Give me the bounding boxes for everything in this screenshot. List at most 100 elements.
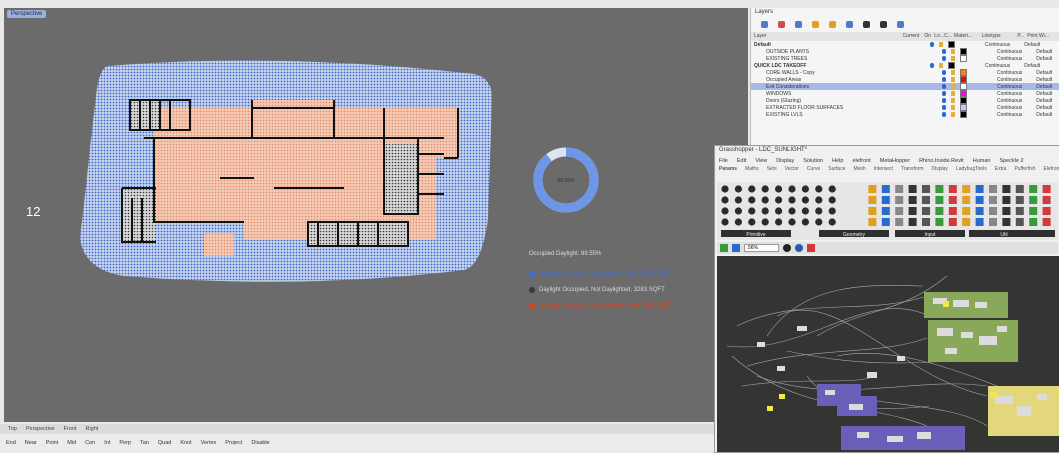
lock-icon[interactable] bbox=[939, 63, 943, 68]
layer-linetype[interactable]: Continuous bbox=[997, 84, 1022, 90]
layer-color-swatch[interactable] bbox=[960, 104, 967, 111]
layers-column-header[interactable]: Lo... bbox=[934, 33, 944, 40]
lock-icon[interactable] bbox=[951, 70, 955, 75]
layer-color-swatch[interactable] bbox=[948, 62, 955, 69]
layer-color-swatch[interactable] bbox=[960, 69, 967, 76]
gh-menu-item[interactable]: Edit bbox=[737, 158, 746, 164]
tab-right[interactable]: Right bbox=[85, 426, 98, 432]
help-icon[interactable] bbox=[897, 20, 904, 28]
delete-icon[interactable] bbox=[795, 20, 802, 28]
layer-name[interactable]: EXISTING LVLS bbox=[754, 112, 916, 118]
layer-linetype[interactable]: Continuous bbox=[985, 42, 1010, 48]
osnap-knot[interactable]: Knot bbox=[180, 440, 191, 446]
lock-icon[interactable] bbox=[951, 112, 955, 117]
layer-print-width[interactable]: Default bbox=[1036, 84, 1052, 90]
osnap-disable[interactable]: Disable bbox=[251, 440, 269, 446]
visibility-icon[interactable] bbox=[942, 91, 946, 96]
osnap-project[interactable]: Project bbox=[225, 440, 242, 446]
lock-icon[interactable] bbox=[951, 56, 955, 61]
layer-row[interactable]: QUICK LDC TAKEOFF Continuous Default bbox=[751, 62, 1059, 69]
layer-name[interactable]: Doors (Glazing) bbox=[754, 98, 916, 104]
gh-menu-item[interactable]: Solution bbox=[803, 158, 823, 164]
layers-column-header[interactable]: Layer bbox=[754, 33, 903, 40]
lock-icon[interactable] bbox=[951, 91, 955, 96]
layer-row[interactable]: EXISTING LVLS Continuous Default bbox=[751, 111, 1059, 118]
layer-row[interactable]: EXTRACTED FLOOR SURFACES Continuous Defaul… bbox=[751, 104, 1059, 111]
visibility-icon[interactable] bbox=[942, 98, 946, 103]
zoom-field[interactable]: 56% bbox=[744, 244, 780, 252]
layer-print-width[interactable]: Default bbox=[1036, 70, 1052, 76]
gh-tab[interactable]: Pufferfish bbox=[1014, 166, 1035, 172]
visibility-icon[interactable] bbox=[942, 77, 946, 82]
layer-name[interactable]: EXTRACTED FLOOR SURFACES bbox=[754, 105, 916, 111]
gh-menu-item[interactable]: View bbox=[755, 158, 767, 164]
gh-tab[interactable]: Params bbox=[719, 166, 737, 172]
visibility-icon[interactable] bbox=[942, 112, 946, 117]
layer-name[interactable]: Exit Considerations bbox=[754, 84, 916, 90]
settings-icon[interactable] bbox=[880, 20, 887, 28]
layer-row[interactable]: Default Continuous Default bbox=[751, 41, 1059, 48]
new-sublayer-icon[interactable] bbox=[778, 20, 785, 28]
layer-linetype[interactable]: Continuous bbox=[997, 77, 1022, 83]
lock-icon[interactable] bbox=[951, 98, 955, 103]
layers-column-header[interactable]: On bbox=[924, 33, 934, 40]
gh-menu-item[interactable]: Display bbox=[776, 158, 794, 164]
gh-menu-item[interactable]: File bbox=[719, 158, 728, 164]
layer-print-width[interactable]: Default bbox=[1036, 91, 1052, 97]
layer-linetype[interactable]: Continuous bbox=[997, 70, 1022, 76]
gh-tab[interactable]: Intersect bbox=[874, 166, 893, 172]
layer-color-swatch[interactable] bbox=[948, 41, 955, 48]
layer-linetype[interactable]: Continuous bbox=[997, 105, 1022, 111]
visibility-icon[interactable] bbox=[930, 63, 934, 68]
lock-icon[interactable] bbox=[951, 77, 955, 82]
layer-print-width[interactable]: Default bbox=[1024, 63, 1040, 69]
layer-row[interactable]: CORE WALLS - Copy Continuous Default bbox=[751, 69, 1059, 76]
layer-linetype[interactable]: Continuous bbox=[997, 91, 1022, 97]
gh-tab[interactable]: Elefront bbox=[1043, 166, 1059, 172]
osnap-quad[interactable]: Quad bbox=[158, 440, 171, 446]
layer-name[interactable]: WINDOWS bbox=[754, 91, 916, 97]
layer-row[interactable]: WINDOWS Continuous Default bbox=[751, 90, 1059, 97]
layer-color-swatch[interactable] bbox=[960, 55, 967, 62]
osnap-perp[interactable]: Perp bbox=[119, 440, 131, 446]
gh-menu-item[interactable]: Human bbox=[973, 158, 991, 164]
gh-menu-item[interactable]: elefront bbox=[852, 158, 870, 164]
layer-color-swatch[interactable] bbox=[960, 83, 967, 90]
move-up-icon[interactable] bbox=[812, 20, 819, 28]
gh-menu-item[interactable]: Speckle 2 bbox=[999, 158, 1023, 164]
layer-name[interactable]: QUICK LDC TAKEOFF bbox=[754, 63, 904, 69]
tab-front[interactable]: Front bbox=[64, 426, 77, 432]
visibility-icon[interactable] bbox=[942, 84, 946, 89]
gh-tab[interactable]: Curve bbox=[807, 166, 820, 172]
layers-column-header[interactable]: Linetype bbox=[982, 33, 1018, 40]
gh-tab[interactable]: Maths bbox=[745, 166, 759, 172]
layer-name[interactable]: OUTSIDE PLANTS bbox=[754, 49, 916, 55]
gh-menu-item[interactable]: MetaHopper bbox=[880, 158, 910, 164]
osnap-mid[interactable]: Mid bbox=[67, 440, 76, 446]
layer-linetype[interactable]: Continuous bbox=[997, 98, 1022, 104]
move-down-icon[interactable] bbox=[829, 20, 836, 28]
layer-print-width[interactable]: Default bbox=[1036, 56, 1052, 62]
osnap-near[interactable]: Near bbox=[25, 440, 37, 446]
layer-name[interactable]: CORE WALLS - Copy bbox=[754, 70, 916, 76]
save-icon[interactable] bbox=[732, 244, 740, 252]
lock-icon[interactable] bbox=[951, 49, 955, 54]
layer-linetype[interactable]: Continuous bbox=[997, 112, 1022, 118]
layer-print-width[interactable]: Default bbox=[1036, 112, 1052, 118]
layer-name[interactable]: Occupied Areas bbox=[754, 77, 916, 83]
layer-name[interactable]: EXISTING TREES bbox=[754, 56, 916, 62]
osnap-end[interactable]: End bbox=[6, 440, 16, 446]
gh-tab[interactable]: Surface bbox=[828, 166, 845, 172]
filter-icon[interactable] bbox=[846, 20, 853, 28]
osnap-int[interactable]: Int bbox=[104, 440, 110, 446]
layer-print-width[interactable]: Default bbox=[1036, 49, 1052, 55]
layer-color-swatch[interactable] bbox=[960, 48, 967, 55]
layer-print-width[interactable]: Default bbox=[1036, 105, 1052, 111]
tools-icon[interactable] bbox=[863, 20, 870, 28]
layers-column-header[interactable]: Materi... bbox=[954, 33, 982, 40]
layer-print-width[interactable]: Default bbox=[1024, 42, 1040, 48]
layer-row[interactable]: EXISTING TREES Continuous Default bbox=[751, 55, 1059, 62]
osnap-cen[interactable]: Cen bbox=[85, 440, 95, 446]
visibility-icon[interactable] bbox=[942, 70, 946, 75]
layers-column-header[interactable]: C... bbox=[944, 33, 954, 40]
